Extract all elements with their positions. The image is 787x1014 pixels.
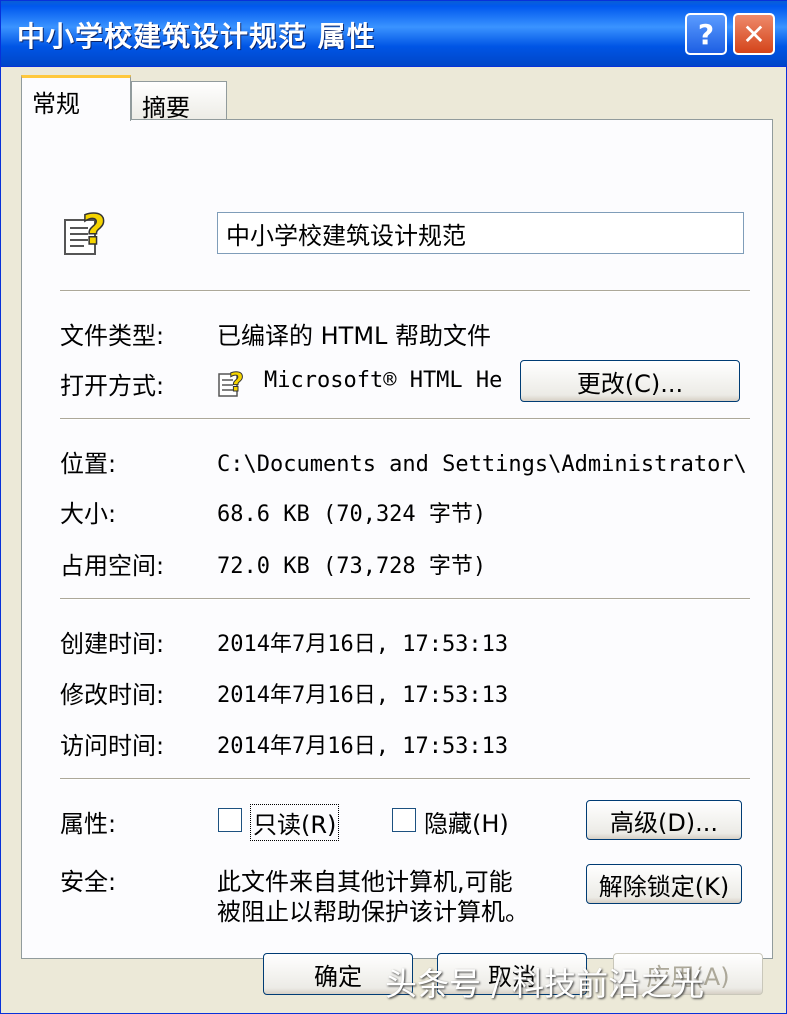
watermark: 头条号 / 科技前沿之光 — [385, 965, 705, 1003]
chm-help-file-icon: ? — [62, 204, 116, 258]
dialog-client-area: 常规 摘要 ? 文件类型: 已编译的 HTML 帮助文件 打开方式: — [9, 67, 780, 1007]
advanced-button[interactable]: 高级(D)... — [586, 800, 742, 840]
unblock-button[interactable]: 解除锁定(K) — [586, 864, 742, 904]
readonly-label[interactable]: 只读(R) — [250, 804, 340, 841]
accessed-value: 2014年7月16日, 17:53:13 — [217, 734, 509, 759]
separator — [60, 418, 750, 420]
file-type-label: 文件类型: — [60, 322, 165, 350]
created-label: 创建时间: — [60, 630, 165, 658]
attributes-label: 属性: — [60, 810, 117, 838]
security-label: 安全: — [60, 868, 117, 896]
hidden-checkbox[interactable] — [392, 808, 416, 832]
location-label: 位置: — [60, 450, 117, 478]
help-button[interactable]: ? — [685, 13, 727, 55]
window-title: 中小学校建筑设计规范 属性 — [17, 20, 376, 53]
created-value: 2014年7月16日, 17:53:13 — [217, 632, 509, 657]
file-name-field[interactable] — [217, 212, 744, 254]
modified-label: 修改时间: — [60, 681, 165, 709]
open-with-label: 打开方式: — [60, 372, 165, 400]
general-tab-panel: ? 文件类型: 已编译的 HTML 帮助文件 打开方式: ? Microsoft… — [21, 119, 773, 959]
change-button[interactable]: 更改(C)... — [520, 360, 740, 402]
svg-text:?: ? — [82, 205, 106, 254]
security-text-line2: 被阻止以帮助保护该计算机。 — [217, 898, 529, 926]
separator — [60, 290, 750, 292]
tab-summary[interactable]: 摘要 — [131, 81, 227, 122]
readonly-checkbox[interactable] — [218, 808, 242, 832]
open-with-value: Microsoft® HTML Hel — [264, 368, 504, 393]
modified-value: 2014年7月16日, 17:53:13 — [217, 683, 509, 708]
tab-general[interactable]: 常规 — [21, 75, 131, 121]
size-on-disk-value: 72.0 KB (73,728 字节) — [217, 554, 487, 579]
close-button[interactable]: ✕ — [733, 13, 775, 55]
location-value: C:\Documents and Settings\Administrator\… — [217, 452, 747, 477]
size-on-disk-label: 占用空间: — [60, 552, 165, 580]
properties-dialog: 中小学校建筑设计规范 属性 ? ✕ 常规 摘要 ? 文件类型: 已编译的 HT — [0, 0, 787, 1014]
size-label: 大小: — [60, 500, 117, 528]
hidden-label[interactable]: 隐藏(H) — [424, 804, 509, 839]
svg-text:?: ? — [229, 368, 244, 398]
html-help-app-icon: ? — [217, 364, 251, 399]
title-bar[interactable]: 中小学校建筑设计规范 属性 ? ✕ — [1, 1, 787, 67]
accessed-label: 访问时间: — [60, 732, 165, 760]
file-type-value: 已编译的 HTML 帮助文件 — [217, 322, 492, 350]
separator — [60, 598, 750, 600]
separator — [60, 778, 750, 780]
size-value: 68.6 KB (70,324 字节) — [217, 502, 487, 527]
